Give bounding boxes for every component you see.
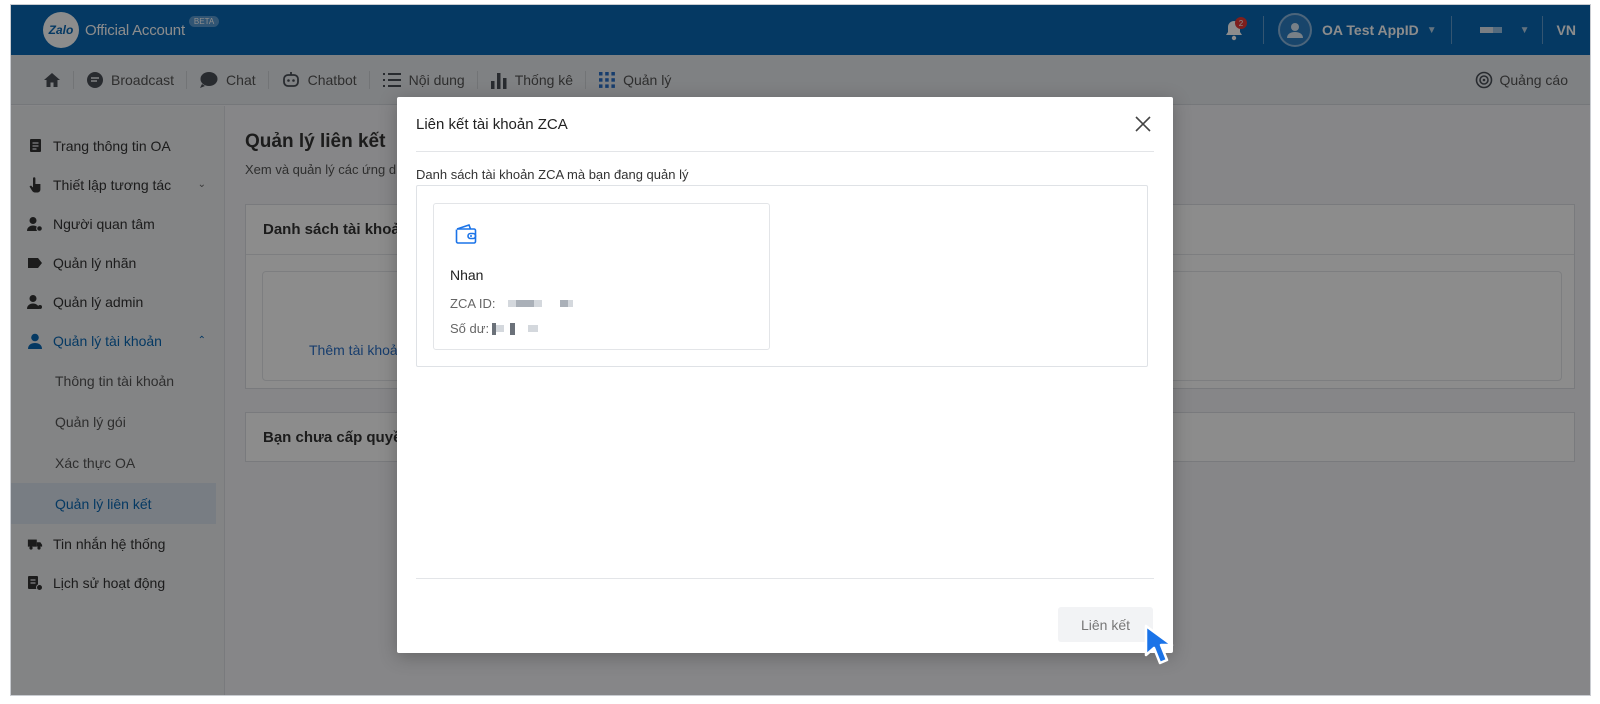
balance-label: Số dư: <box>450 321 490 336</box>
account-list: Nhan ZCA ID: Số dư: <box>416 185 1148 367</box>
redacted-value <box>496 325 505 332</box>
redacted-value <box>533 300 542 307</box>
link-button[interactable]: Liên kết <box>1058 607 1153 642</box>
account-name: Nhan <box>450 267 484 283</box>
account-list-label: Danh sách tài khoản ZCA mà bạn đang quản… <box>416 167 689 182</box>
zca-id-row: ZCA ID: <box>450 296 573 311</box>
app-window: Zalo Official Account BETA 2 OA Test App… <box>10 4 1591 696</box>
wallet-icon <box>455 223 477 244</box>
divider <box>416 578 1154 579</box>
redacted-value <box>510 322 516 335</box>
redacted-value <box>528 325 539 332</box>
redacted-value <box>567 300 573 307</box>
redacted-value <box>559 300 568 307</box>
close-icon <box>1135 116 1151 132</box>
mouse-cursor-icon <box>1144 624 1174 665</box>
link-zca-modal: Liên kết tài khoản ZCA Danh sách tài kho… <box>397 97 1173 653</box>
redacted-value <box>515 300 534 307</box>
redacted-value <box>507 300 516 307</box>
balance-row: Số dư: <box>450 321 539 336</box>
zca-account-card[interactable]: Nhan ZCA ID: Số dư: <box>433 203 770 350</box>
close-button[interactable] <box>1132 113 1154 135</box>
modal-header: Liên kết tài khoản ZCA <box>416 97 1154 152</box>
zca-id-label: ZCA ID: <box>450 296 496 311</box>
modal-title: Liên kết tài khoản ZCA <box>416 115 568 133</box>
